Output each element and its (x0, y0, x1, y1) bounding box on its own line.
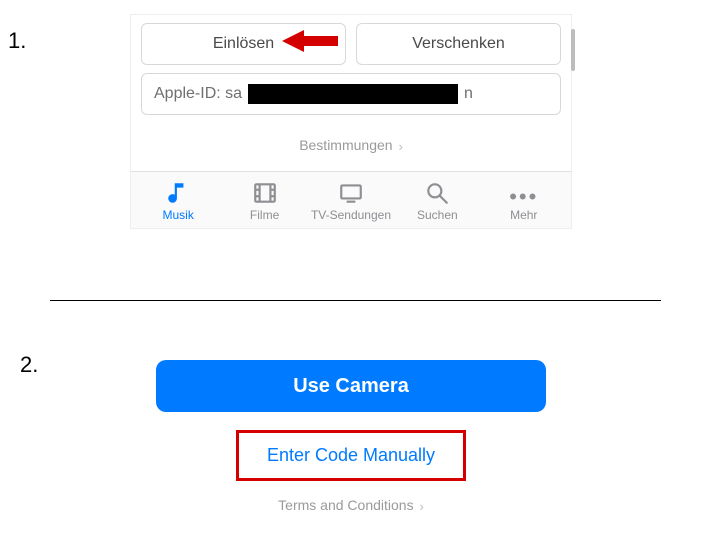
tab-tv[interactable]: TV-Sendungen (310, 180, 392, 222)
music-icon (165, 180, 191, 206)
redeem-code-panel: Use Camera Enter Code Manually Terms and… (130, 350, 572, 513)
gift-button[interactable]: Verschenken (356, 23, 561, 65)
chevron-right-icon: › (398, 139, 402, 154)
redeem-button[interactable]: Einlösen (141, 23, 346, 65)
apple-id-button[interactable]: Apple-ID: sa n (141, 73, 561, 115)
annotation-highlight-box: Enter Code Manually (236, 430, 466, 481)
tab-search-label: Suchen (417, 208, 458, 222)
use-camera-button[interactable]: Use Camera (156, 360, 546, 412)
tab-search[interactable]: Suchen (396, 180, 478, 222)
tab-tv-label: TV-Sendungen (311, 208, 391, 222)
scroll-indicator (571, 29, 575, 71)
itunes-account-panel: Einlösen Verschenken Apple-ID: sa n Best… (130, 14, 572, 229)
apple-id-suffix: n (464, 85, 473, 103)
terms-and-conditions-link[interactable]: Terms and Conditions › (130, 497, 572, 513)
more-icon: ••• (509, 188, 538, 206)
apple-id-row: Apple-ID: sa n (131, 73, 571, 125)
chevron-right-icon: › (419, 499, 423, 514)
tab-music[interactable]: Musik (137, 180, 219, 222)
terms-label: Bestimmungen (299, 137, 392, 153)
tv-icon (338, 180, 364, 206)
terms-link[interactable]: Bestimmungen › (131, 125, 571, 171)
film-icon (252, 180, 278, 206)
tab-movies-label: Filme (250, 208, 279, 222)
gift-button-label: Verschenken (412, 35, 505, 53)
tab-more-label: Mehr (510, 208, 537, 222)
apple-id-redacted (248, 84, 458, 104)
step-1-number: 1. (8, 28, 26, 54)
enter-code-manually-link[interactable]: Enter Code Manually (267, 445, 435, 465)
apple-id-prefix: Apple-ID: sa (154, 85, 242, 103)
tab-movies[interactable]: Filme (224, 180, 306, 222)
step-2-number: 2. (20, 352, 38, 378)
tab-music-label: Musik (163, 208, 194, 222)
terms2-label: Terms and Conditions (278, 497, 413, 513)
use-camera-label: Use Camera (293, 375, 409, 398)
section-divider (50, 300, 661, 301)
tab-bar: Musik Filme TV-Sendungen (131, 171, 571, 228)
search-icon (424, 180, 450, 206)
tab-more[interactable]: ••• Mehr (483, 188, 565, 222)
action-button-row: Einlösen Verschenken (131, 15, 571, 73)
redeem-button-label: Einlösen (213, 35, 274, 53)
